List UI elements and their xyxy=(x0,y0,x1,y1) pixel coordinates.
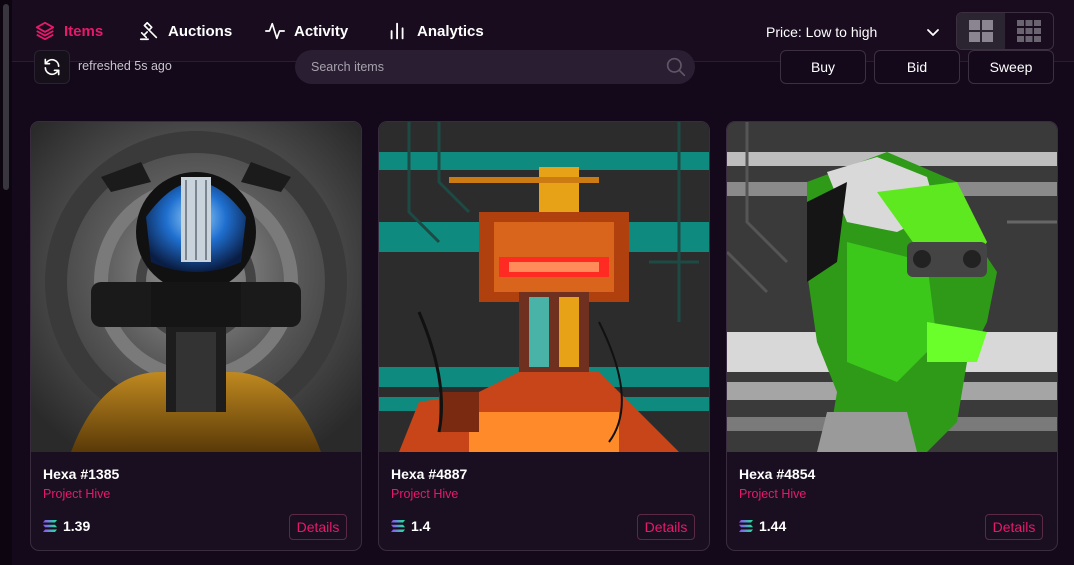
sort-select[interactable]: Price: Low to high xyxy=(766,20,941,44)
sweep-button[interactable]: Sweep xyxy=(968,50,1054,84)
small-grid-view-button[interactable] xyxy=(1005,13,1053,49)
price-value: 1.44 xyxy=(759,518,787,534)
price-value: 1.4 xyxy=(411,518,431,534)
card-title: Hexa #1385 xyxy=(43,466,120,482)
tab-auctions[interactable]: Auctions xyxy=(138,20,232,42)
nft-image[interactable] xyxy=(727,122,1057,452)
solana-icon xyxy=(391,520,405,532)
details-button[interactable]: Details xyxy=(985,514,1043,540)
card-title: Hexa #4887 xyxy=(391,466,468,482)
page-scrollbar[interactable] xyxy=(0,0,12,565)
tab-analytics-label: Analytics xyxy=(417,22,484,40)
nft-card[interactable]: Hexa #4887 Project Hive 1.4 Details xyxy=(378,121,710,551)
activity-icon xyxy=(265,22,285,40)
large-grid-view-button[interactable] xyxy=(957,13,1005,49)
solana-icon xyxy=(739,520,753,532)
card-price: 1.44 xyxy=(739,518,786,534)
price-value: 1.39 xyxy=(63,518,91,534)
tab-items[interactable]: Items xyxy=(34,20,103,42)
refresh-status: refreshed 5s ago xyxy=(78,59,172,73)
card-collection[interactable]: Project Hive xyxy=(739,487,806,501)
card-price: 1.39 xyxy=(43,518,90,534)
tab-auctions-label: Auctions xyxy=(168,22,233,40)
card-collection[interactable]: Project Hive xyxy=(43,487,110,501)
card-price: 1.4 xyxy=(391,518,430,534)
nft-card[interactable]: Hexa #1385 Project Hive 1.39 Details xyxy=(30,121,362,551)
large-grid-icon xyxy=(969,20,993,42)
tab-items-label: Items xyxy=(64,22,104,40)
details-button[interactable]: Details xyxy=(289,514,347,540)
nft-card[interactable]: Hexa #4854 Project Hive 1.44 Details xyxy=(726,121,1058,551)
bid-button[interactable]: Bid xyxy=(874,50,960,84)
solana-icon xyxy=(43,520,57,532)
gavel-icon xyxy=(139,21,158,41)
nft-image[interactable] xyxy=(379,122,709,452)
bar-chart-icon xyxy=(390,22,404,40)
scrollbar-thumb[interactable] xyxy=(3,4,9,190)
details-button[interactable]: Details xyxy=(637,514,695,540)
sort-label: Price: Low to high xyxy=(766,24,878,40)
view-toggle xyxy=(956,12,1054,50)
layers-icon xyxy=(35,21,55,41)
card-title: Hexa #4854 xyxy=(739,466,816,482)
chevron-down-icon xyxy=(927,29,940,36)
card-collection[interactable]: Project Hive xyxy=(391,487,458,501)
tab-activity[interactable]: Activity xyxy=(264,20,348,42)
buy-button[interactable]: Buy xyxy=(780,50,866,84)
search-input[interactable] xyxy=(295,50,695,84)
nft-image[interactable] xyxy=(31,122,361,452)
small-grid-icon xyxy=(1017,20,1041,42)
tab-analytics[interactable]: Analytics xyxy=(387,20,484,42)
refresh-icon xyxy=(44,58,60,76)
refresh-button[interactable] xyxy=(34,50,70,84)
tab-activity-label: Activity xyxy=(294,22,349,40)
search-icon[interactable] xyxy=(666,57,686,77)
